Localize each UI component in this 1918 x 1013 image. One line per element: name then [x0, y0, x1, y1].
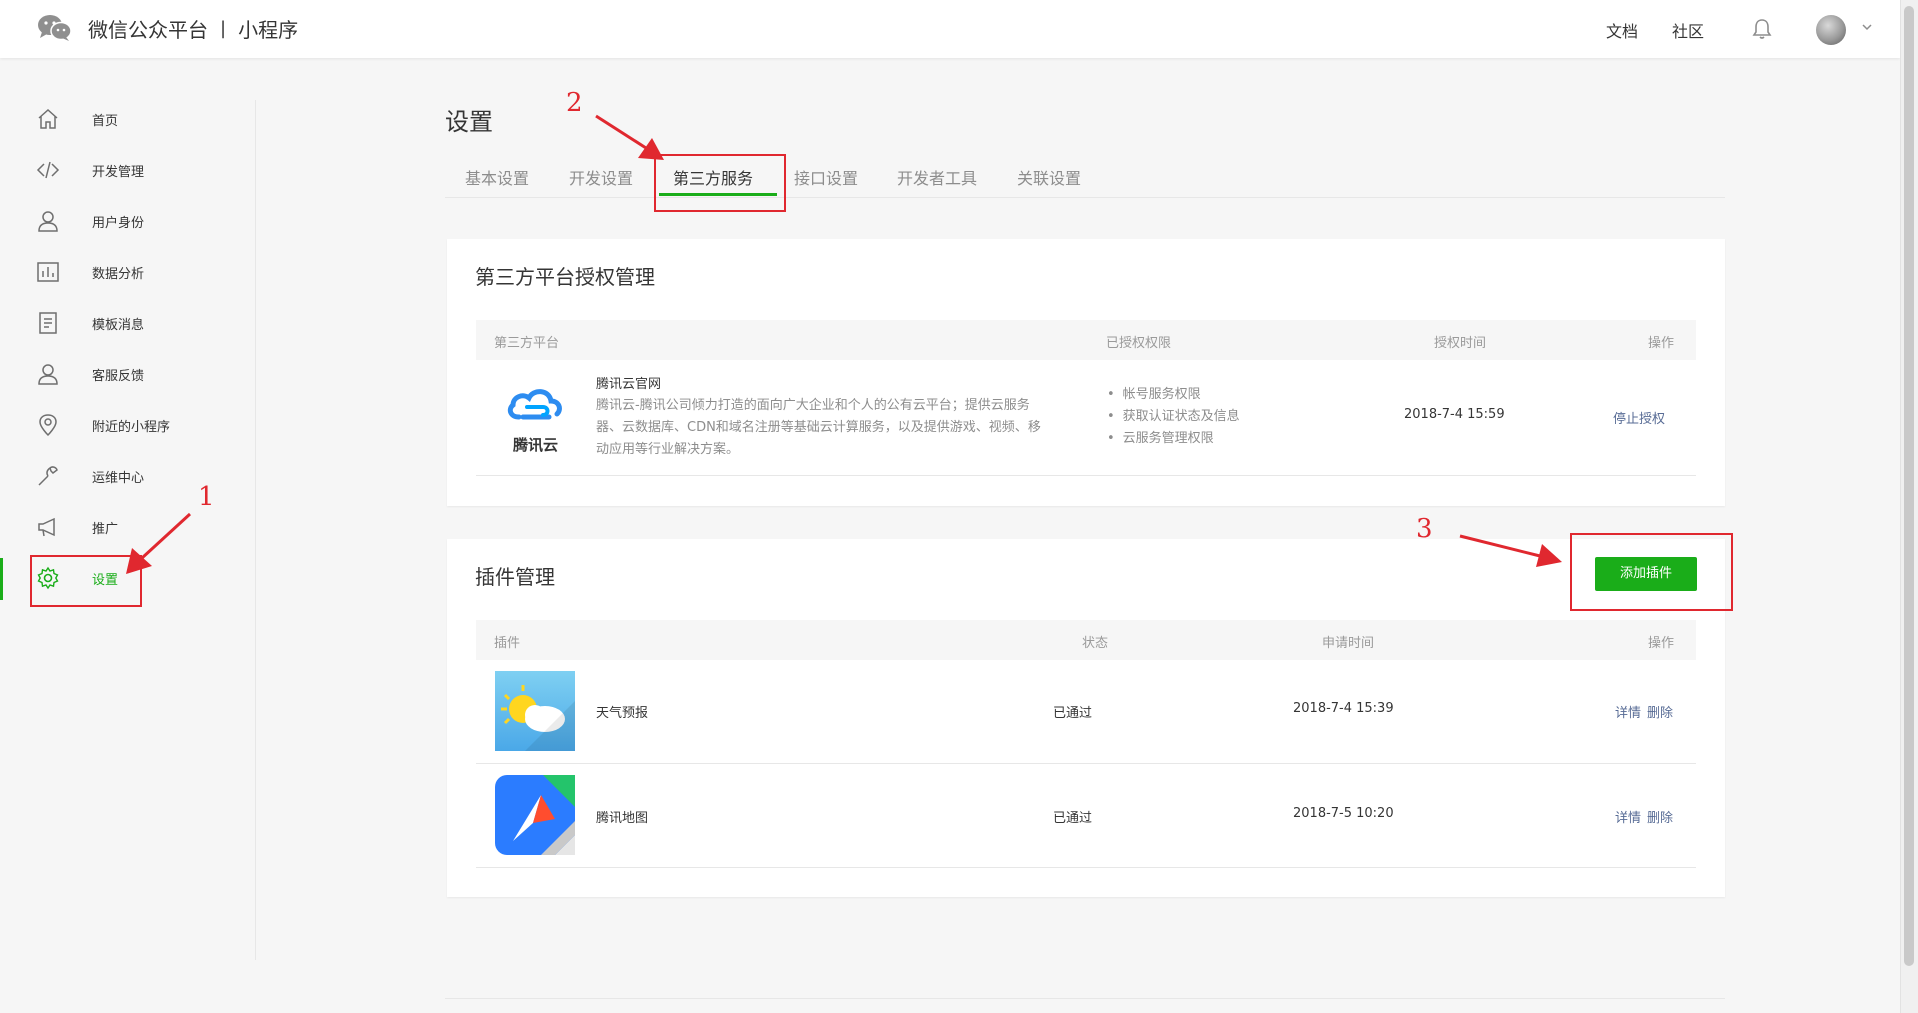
annotation-arrows: [126, 114, 1562, 574]
scrollbar-thumb[interactable]: [1904, 6, 1914, 966]
